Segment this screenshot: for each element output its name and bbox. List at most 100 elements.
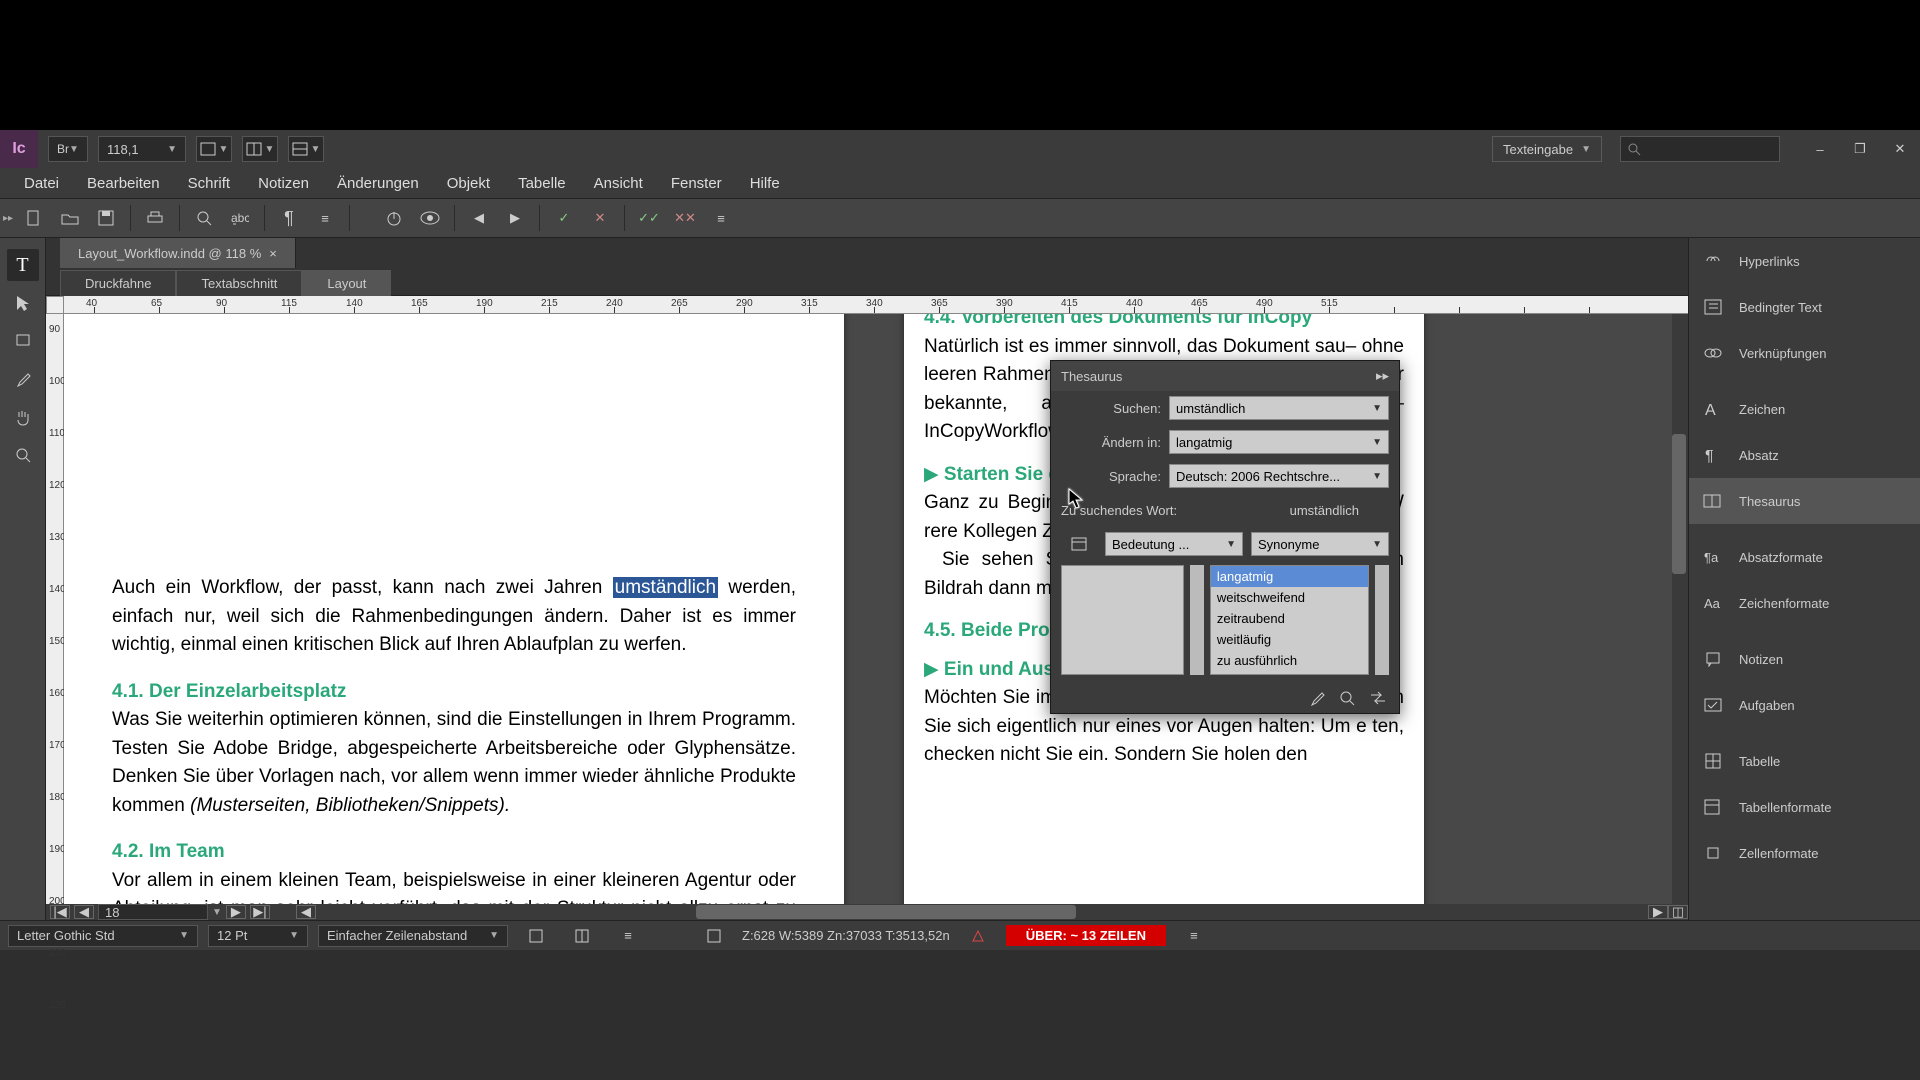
menu2-icon[interactable]: ≡ xyxy=(703,202,739,234)
synonym-item[interactable]: langatmig xyxy=(1211,566,1368,587)
position-tool[interactable] xyxy=(7,287,39,319)
panel-zeichenformate[interactable]: AaZeichenformate xyxy=(1689,580,1920,626)
panel-notizen[interactable]: Notizen xyxy=(1689,636,1920,682)
accept-button[interactable]: ✓ xyxy=(546,202,582,234)
nav-prev-button[interactable]: ◀ xyxy=(461,202,497,234)
meaning-select[interactable]: Bedeutung ...▼ xyxy=(1105,532,1243,556)
bridge-button[interactable]: Br ▼ xyxy=(48,136,88,162)
thesaurus-change-field[interactable]: langatmig▼ xyxy=(1169,430,1389,454)
panel-zellenformate[interactable]: Zellenformate xyxy=(1689,830,1920,876)
new-button[interactable] xyxy=(16,202,52,234)
panel-bedingter-text[interactable]: Bedingter Text xyxy=(1689,284,1920,330)
screen-mode-button[interactable]: ▼ xyxy=(196,136,232,162)
panel-hyperlinks[interactable]: Hyperlinks xyxy=(1689,238,1920,284)
thesaurus-search-field[interactable]: umständlich▼ xyxy=(1169,396,1389,420)
close-tab-icon[interactable]: × xyxy=(269,246,277,261)
menu-datei[interactable]: Datei xyxy=(10,169,73,198)
accept-all-button[interactable]: ✓✓ xyxy=(631,202,667,234)
horizontal-scrollbar[interactable] xyxy=(316,905,1648,919)
font-family-select[interactable]: Letter Gothic Std▼ xyxy=(8,925,198,947)
columns-1-button[interactable] xyxy=(518,920,554,952)
thesaurus-language-select[interactable]: Deutsch: 2006 Rechtschre...▼ xyxy=(1169,464,1389,488)
hscroll-right[interactable]: ▶ xyxy=(1648,905,1668,919)
split-view-button[interactable]: ◫ xyxy=(1668,905,1688,919)
synonym-item[interactable]: weitschweifend xyxy=(1211,587,1368,608)
workspace-select[interactable]: Texteingabe▼ xyxy=(1492,136,1602,162)
synonym-item[interactable]: zu ausführlich xyxy=(1211,650,1368,671)
view-layout[interactable]: Layout xyxy=(302,270,391,296)
zoom-select[interactable]: 118,1▼ xyxy=(98,136,186,162)
columns-2-button[interactable] xyxy=(564,920,600,952)
ruler-origin[interactable] xyxy=(46,296,64,314)
preview-button[interactable] xyxy=(412,202,448,234)
relation-select[interactable]: Synonyme▼ xyxy=(1251,532,1389,556)
reject-button[interactable]: ✕ xyxy=(582,202,618,234)
thesaurus-eyedropper-button[interactable] xyxy=(1309,690,1325,706)
menu-ansicht[interactable]: Ansicht xyxy=(580,169,657,198)
nav-next-button[interactable]: ▶ xyxy=(497,202,533,234)
meanings-list[interactable] xyxy=(1061,565,1184,675)
page-number-field[interactable]: 18 xyxy=(98,904,208,920)
synonyms-list[interactable]: langatmigweitschweifendzeitraubendweitlä… xyxy=(1210,565,1369,675)
open-button[interactable] xyxy=(52,202,88,234)
note-tool[interactable] xyxy=(7,325,39,357)
synonym-item[interactable]: zeitraubend xyxy=(1211,608,1368,629)
menu-objekt[interactable]: Objekt xyxy=(433,169,504,198)
panel-verknüpfungen[interactable]: Verknüpfungen xyxy=(1689,330,1920,376)
arrange-button[interactable]: ▼ xyxy=(242,136,278,162)
find-button[interactable] xyxy=(186,202,222,234)
menu-hilfe[interactable]: Hilfe xyxy=(736,169,794,198)
power-button[interactable] xyxy=(376,202,412,234)
zoom-tool[interactable] xyxy=(7,439,39,471)
print-button[interactable] xyxy=(137,202,173,234)
thesaurus-load-button[interactable] xyxy=(1061,528,1097,560)
vertical-scrollbar[interactable] xyxy=(1672,314,1688,904)
panel-thesaurus[interactable]: Thesaurus xyxy=(1689,478,1920,524)
close-button[interactable]: ✕ xyxy=(1880,135,1920,163)
panel-tabelle[interactable]: Tabelle xyxy=(1689,738,1920,784)
leading-select[interactable]: Einfacher Zeilenabstand▼ xyxy=(318,925,508,947)
panel-tabellenformate[interactable]: Tabellenformate xyxy=(1689,784,1920,830)
panel-aufgaben[interactable]: Aufgaben xyxy=(1689,682,1920,728)
last-page-button[interactable]: ▶| xyxy=(250,905,270,919)
pilcrow-button[interactable]: ¶ xyxy=(271,202,307,234)
font-size-select[interactable]: 12 Pt▼ xyxy=(208,925,308,947)
menu-fenster[interactable]: Fenster xyxy=(657,169,736,198)
view-druckfahne[interactable]: Druckfahne xyxy=(60,270,176,296)
spellcheck-button[interactable]: abc xyxy=(222,202,258,234)
thesaurus-change-button[interactable] xyxy=(1369,691,1387,705)
prev-page-button[interactable]: ◀ xyxy=(74,905,94,919)
reject-all-button[interactable]: ✕✕ xyxy=(667,202,703,234)
synonym-item[interactable]: weitläufig xyxy=(1211,629,1368,650)
minimize-button[interactable]: – xyxy=(1800,135,1840,163)
document-tab[interactable]: Layout_Workflow.indd @ 118 % × xyxy=(60,238,296,268)
next-page-button[interactable]: ▶ xyxy=(226,905,246,919)
list-scrollbar[interactable] xyxy=(1190,565,1204,675)
type-tool[interactable]: T xyxy=(7,249,39,281)
view-options-button[interactable]: ▼ xyxy=(288,136,324,162)
menu-notizen[interactable]: Notizen xyxy=(244,169,323,198)
ruler-vertical[interactable]: 9010011012013014015016017018019020021022… xyxy=(46,314,64,904)
ruler-horizontal[interactable]: 4065901151401651902152402652903153403653… xyxy=(64,296,1688,314)
panel-zeichen[interactable]: AZeichen xyxy=(1689,386,1920,432)
menu-bearbeiten[interactable]: Bearbeiten xyxy=(73,169,174,198)
search-field[interactable] xyxy=(1620,136,1780,162)
thesaurus-lookup-button[interactable] xyxy=(1339,690,1355,706)
collapse-panel-icon[interactable]: ▸▸ xyxy=(1376,368,1389,384)
overset-indicator[interactable]: ÜBER: ~ 13 ZEILEN xyxy=(1006,925,1166,946)
menu-schrift[interactable]: Schrift xyxy=(174,169,245,198)
panel-absatzformate[interactable]: ¶aAbsatzformate xyxy=(1689,534,1920,580)
panel-absatz[interactable]: ¶Absatz xyxy=(1689,432,1920,478)
menu-icon[interactable]: ≡ xyxy=(307,202,343,234)
hscroll-left[interactable]: ◀ xyxy=(296,905,316,919)
menu-aenderungen[interactable]: Änderungen xyxy=(323,169,433,198)
maximize-button[interactable]: ❐ xyxy=(1840,135,1880,163)
eyedropper-tool[interactable] xyxy=(7,363,39,395)
first-page-button[interactable]: |◀ xyxy=(50,905,70,919)
menu-tabelle[interactable]: Tabelle xyxy=(504,169,580,198)
view-textabschnitt[interactable]: Textabschnitt xyxy=(176,270,302,296)
list-scrollbar-2[interactable] xyxy=(1375,565,1389,675)
save-button[interactable] xyxy=(88,202,124,234)
document-canvas[interactable]: Auch ein Workflow, der passt, kann nach … xyxy=(64,314,1672,904)
hand-tool[interactable] xyxy=(7,401,39,433)
